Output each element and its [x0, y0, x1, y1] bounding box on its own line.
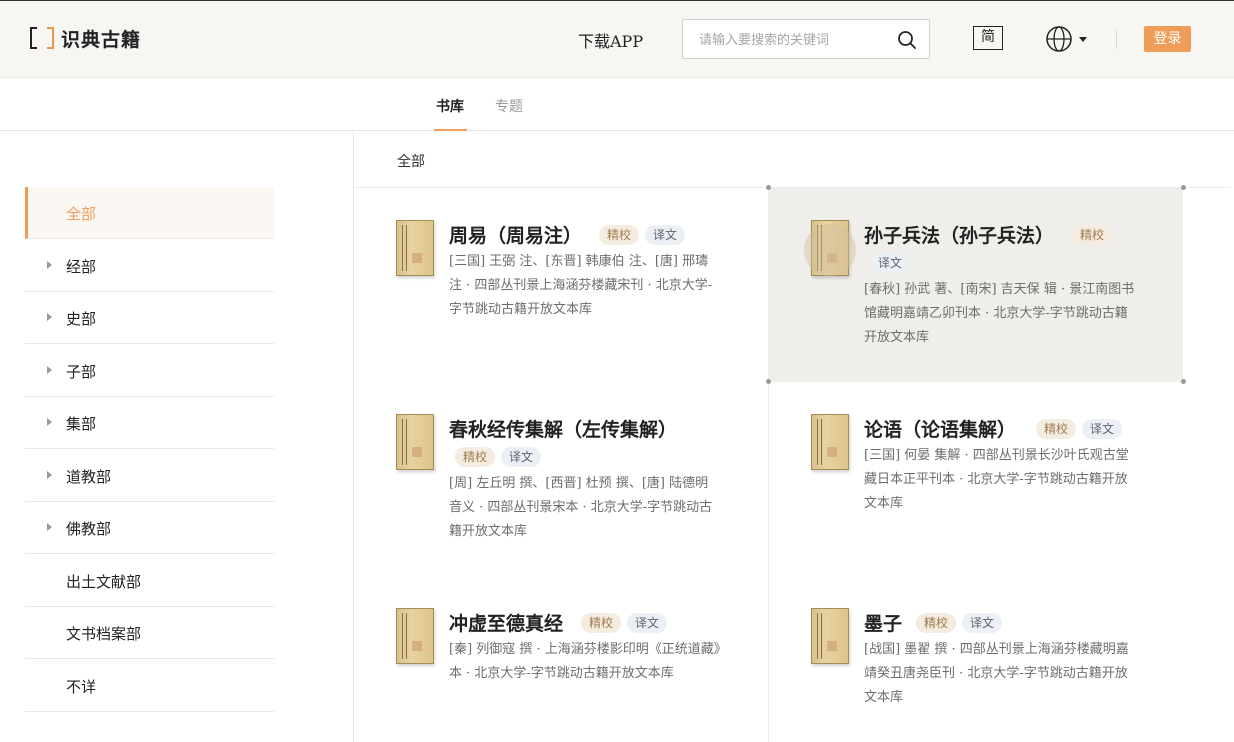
caret-right-icon: [47, 471, 52, 479]
sidebar-item-label: 出土文献部: [66, 573, 142, 591]
caret-right-icon: [47, 366, 52, 374]
sidebar-item-daojiao[interactable]: 道教部: [25, 450, 274, 502]
book-cover-image: [396, 220, 434, 276]
top-header: 识典古籍 下载APP 简 登录: [0, 0, 1234, 78]
category-sidebar: 全部 经部 史部 子部 集部 道教部 佛教部 出土文献部 文书档案部 不详: [0, 132, 354, 742]
translation-badge: 译文: [1082, 419, 1123, 439]
simplified-toggle-button[interactable]: 简: [973, 26, 1003, 50]
sidebar-item-label: 子部: [66, 363, 97, 381]
search-box: [682, 19, 930, 59]
translation-badge: 译文: [962, 613, 1003, 633]
book-card[interactable]: 周易（周易注） 精校 译文 [三国] 王弼 注、[东晋] 韩康伯 注、[唐] 邢…: [354, 188, 768, 382]
logo[interactable]: 识典古籍: [30, 23, 141, 53]
book-title: 冲虚至德真经: [449, 613, 564, 635]
book-card[interactable]: 论语（论语集解） 精校 译文 [三国] 何晏 集解 · 四部丛刊景长沙叶氏观古堂…: [769, 382, 1183, 576]
book-description: [周] 左丘明 撰、[西晋] 杜预 撰、[唐] 陆德明 音义 · 四部丛刊景宋本…: [449, 476, 713, 539]
proofread-badge: 精校: [1072, 225, 1113, 245]
book-card[interactable]: 春秋经传集解（左传集解） 精校 译文 [周] 左丘明 撰、[西晋] 杜预 撰、[…: [354, 382, 768, 576]
main-tabs: 书库 专题: [0, 78, 1234, 131]
book-title: 周易（周易注）: [449, 225, 583, 247]
click-ripple: [804, 224, 856, 276]
sidebar-item-zi[interactable]: 子部: [25, 345, 274, 397]
sidebar-item-jing[interactable]: 经部: [25, 240, 274, 292]
sidebar-item-chutu[interactable]: 出土文献部: [25, 555, 274, 607]
book-title: 论语（论语集解）: [864, 419, 1017, 441]
book-card[interactable]: 冲虚至德真经 精校 译文 [秦] 列御寇 撰 · 上海涵芬楼影印明《正统道藏》本…: [354, 576, 768, 742]
sidebar-item-all[interactable]: 全部: [25, 187, 274, 239]
book-description: [三国] 王弼 注、[东晋] 韩康伯 注、[唐] 邢璹 注 · 四部丛刊景上海涵…: [449, 254, 713, 317]
corner-dot: [766, 185, 771, 190]
book-title: 孙子兵法（孙子兵法）: [864, 225, 1055, 247]
tab-topics[interactable]: 专题: [495, 96, 523, 116]
language-selector[interactable]: [1046, 25, 1090, 53]
book-cover-image: [396, 414, 434, 470]
caret-right-icon: [47, 261, 52, 269]
sidebar-item-label: 史部: [66, 310, 97, 328]
sidebar-item-label: 全部: [66, 205, 97, 223]
sidebar-item-ji[interactable]: 集部: [25, 397, 274, 449]
sidebar-item-label: 佛教部: [66, 520, 112, 538]
tab-library[interactable]: 书库: [436, 96, 464, 116]
logo-bracket-icon: [30, 25, 54, 51]
header-divider: [1116, 29, 1117, 49]
translation-badge: 译文: [501, 447, 542, 467]
login-button[interactable]: 登录: [1144, 26, 1191, 52]
active-tab-indicator: [434, 129, 467, 131]
book-cover-image: [396, 608, 434, 664]
corner-dot: [1181, 185, 1186, 190]
sidebar-item-label: 不详: [66, 678, 97, 696]
book-description: [战国] 墨翟 撰 · 四部丛刊景上海涵芬楼藏明嘉靖癸丑唐尧臣刊 · 北京大学-…: [864, 642, 1129, 705]
download-app-link[interactable]: 下载APP: [578, 28, 643, 52]
caret-right-icon: [47, 313, 52, 321]
globe-icon: [1046, 26, 1087, 52]
book-card[interactable]: 墨子 精校 译文 [战国] 墨翟 撰 · 四部丛刊景上海涵芬楼藏明嘉靖癸丑唐尧臣…: [769, 576, 1183, 742]
book-cover-image: [811, 608, 849, 664]
book-description: [秦] 列御寇 撰 · 上海涵芬楼影印明《正统道藏》本 · 北京大学-字节跳动古…: [449, 642, 721, 681]
sidebar-item-wenshu[interactable]: 文书档案部: [25, 607, 274, 659]
translation-badge: 译文: [627, 613, 668, 633]
book-description: [三国] 何晏 集解 · 四部丛刊景长沙叶氏观古堂藏日本正平刊本 · 北京大学-…: [864, 448, 1129, 511]
search-input[interactable]: [699, 29, 889, 51]
search-icon[interactable]: [897, 30, 917, 50]
sidebar-item-label: 经部: [66, 258, 97, 276]
proofread-badge: 精校: [581, 613, 622, 633]
logo-text: 识典古籍: [61, 28, 142, 51]
book-card[interactable]: 孙子兵法（孙子兵法） 精校 译文 [春秋] 孙武 著、[南宋] 吉天保 辑 · …: [769, 188, 1183, 382]
proofread-badge: 精校: [599, 225, 640, 245]
sidebar-item-label: 道教部: [66, 468, 112, 486]
caret-right-icon: [47, 418, 52, 426]
sidebar-item-label: 集部: [66, 415, 97, 433]
translation-badge: 译文: [870, 253, 911, 273]
sidebar-item-fojiao[interactable]: 佛教部: [25, 502, 274, 554]
sidebar-item-shi[interactable]: 史部: [25, 292, 274, 344]
sidebar-item-unknown[interactable]: 不详: [25, 660, 274, 712]
proofread-badge: 精校: [1036, 419, 1077, 439]
sidebar-item-label: 文书档案部: [66, 625, 142, 643]
book-title: 春秋经传集解（左传集解）: [449, 419, 678, 441]
book-description: [春秋] 孙武 著、[南宋] 吉天保 辑 · 景江南图书馆藏明嘉靖乙卯刊本 · …: [864, 282, 1135, 345]
translation-badge: 译文: [645, 225, 686, 245]
breadcrumb: 全部: [397, 154, 425, 170]
caret-right-icon: [47, 523, 52, 531]
book-cover-image: [811, 414, 849, 470]
proofread-badge: 精校: [455, 447, 496, 467]
book-title: 墨子: [864, 613, 903, 635]
proofread-badge: 精校: [916, 613, 957, 633]
